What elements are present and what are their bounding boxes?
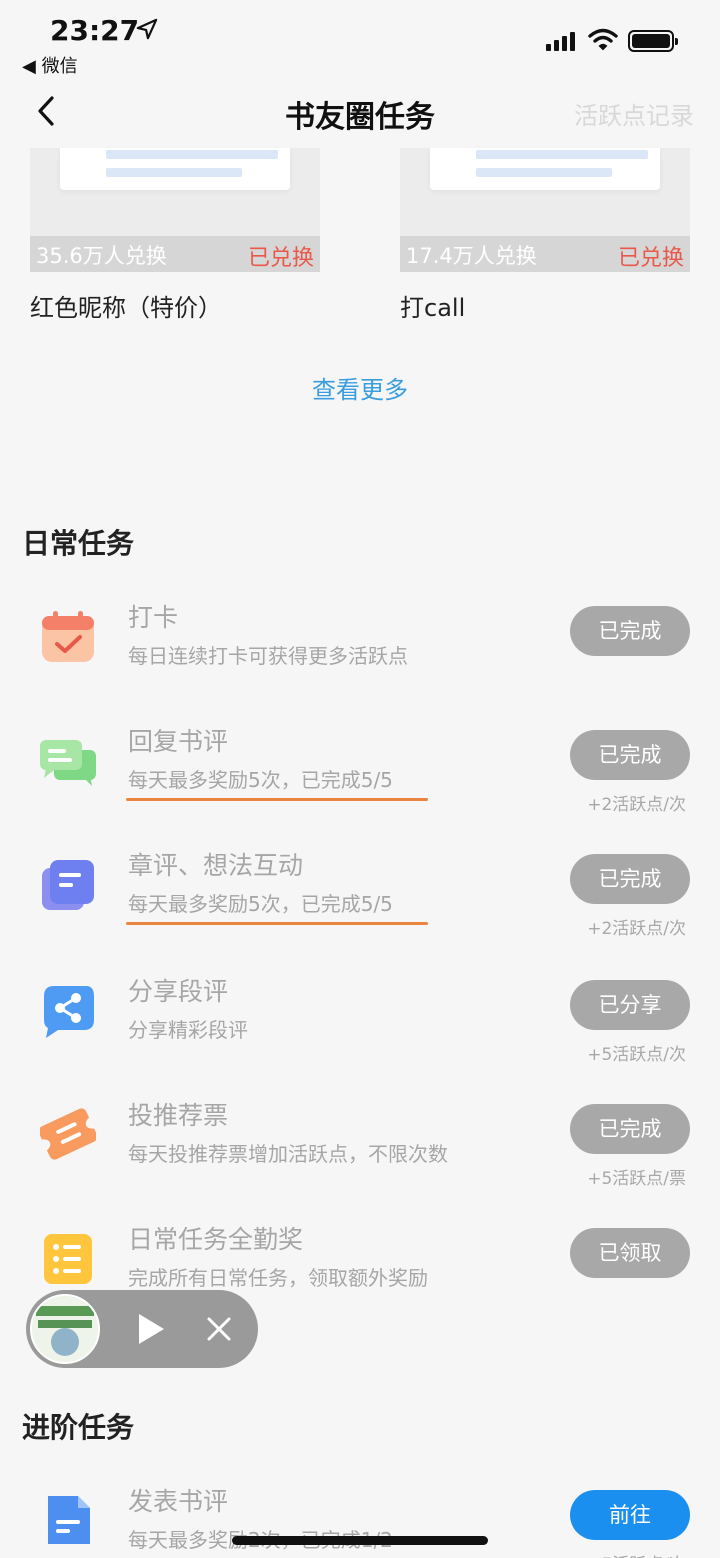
reward-name: 红色昵称（特价）	[30, 294, 222, 322]
task-status-button[interactable]: 已完成	[570, 1104, 690, 1154]
points-reward: +5活跃点/次	[587, 1045, 686, 1065]
activity-record-link[interactable]: 活跃点记录	[574, 96, 694, 131]
note-card-icon	[42, 860, 94, 910]
exchanged-badge: 已兑换	[617, 246, 684, 271]
chat-bubbles-icon	[40, 740, 96, 786]
task-status-button[interactable]: 已完成	[570, 606, 690, 656]
location-arrow-icon	[136, 18, 158, 40]
ticket-icon	[40, 1108, 96, 1160]
progress-underline	[126, 922, 428, 925]
play-icon[interactable]	[136, 1312, 166, 1346]
task-row: 分享段评 分享精彩段评 已分享 +5活跃点/次	[0, 972, 720, 1082]
task-name: 章评、想法互动	[128, 851, 304, 880]
task-status-button[interactable]: 已领取	[570, 1228, 690, 1278]
task-desc: 每天投推荐票增加活跃点，不限次数	[128, 1142, 448, 1166]
task-desc: 每日连续打卡可获得更多活跃点	[128, 644, 408, 668]
task-desc: 每天最多奖励5次，已完成5/5	[128, 768, 393, 792]
back-to-app[interactable]: ◀ 微信	[22, 52, 78, 78]
nav-bar: 书友圈任务 活跃点记录	[0, 80, 720, 144]
task-row: 发表书评 每天最多奖励2次，已完成1/2 前往 +5活跃点/次	[0, 1482, 720, 1558]
task-row: 投推荐票 每天投推荐票增加活跃点，不限次数 已完成 +5活跃点/票	[0, 1096, 720, 1206]
exchange-count: 35.6万人兑换	[36, 244, 167, 268]
exchanged-badge: 已兑换	[247, 246, 314, 271]
task-name: 分享段评	[128, 977, 229, 1006]
task-row: 打卡 每日连续打卡可获得更多活跃点 已完成	[0, 598, 720, 708]
book-cover-thumbnail[interactable]	[30, 1294, 100, 1364]
task-name: 发表书评	[128, 1487, 229, 1516]
task-status-button[interactable]: 已完成	[570, 854, 690, 904]
task-row: 章评、想法互动 每天最多奖励5次，已完成5/5 已完成 +2活跃点/次	[0, 846, 720, 956]
task-name: 日常任务全勤奖	[128, 1225, 304, 1254]
points-reward: +5活跃点/次	[587, 1550, 686, 1558]
calendar-check-icon	[42, 611, 94, 662]
progress-underline	[126, 798, 428, 801]
go-button[interactable]: 前往	[570, 1490, 690, 1540]
see-more-link[interactable]: 查看更多	[0, 370, 720, 405]
task-desc: 完成所有日常任务，领取额外奖励	[128, 1266, 428, 1290]
task-status-button[interactable]: 已分享	[570, 980, 690, 1030]
home-indicator	[232, 1536, 488, 1545]
daily-tasks-title: 日常任务	[22, 527, 135, 560]
advanced-tasks-title: 进阶任务	[22, 1411, 135, 1444]
points-reward: +2活跃点/次	[587, 795, 686, 815]
list-icon	[44, 1234, 92, 1284]
battery-icon	[628, 30, 678, 52]
status-bar: 23:27 ◀ 微信	[0, 0, 720, 80]
reward-name: 打call	[400, 294, 466, 322]
task-row: 回复书评 每天最多奖励5次，已完成5/5 已完成 +2活跃点/次	[0, 722, 720, 832]
reward-card[interactable]: 35.6万人兑换 已兑换	[30, 148, 320, 272]
book-cover-art	[32, 1296, 98, 1362]
share-icon	[44, 986, 94, 1038]
task-desc: 分享精彩段评	[128, 1018, 248, 1042]
close-icon[interactable]	[204, 1314, 234, 1344]
wifi-icon	[588, 28, 618, 51]
task-desc: 每天最多奖励5次，已完成5/5	[128, 892, 393, 916]
reward-card[interactable]: 17.4万人兑换 已兑换	[400, 148, 690, 272]
task-name: 打卡	[128, 603, 179, 632]
exchange-count: 17.4万人兑换	[406, 244, 537, 268]
points-reward: +5活跃点/票	[587, 1169, 686, 1189]
cellular-signal-icon	[546, 32, 575, 51]
points-reward: +2活跃点/次	[587, 919, 686, 939]
floating-audio-player[interactable]	[26, 1290, 258, 1368]
status-time: 23:27	[50, 14, 140, 47]
task-name: 投推荐票	[128, 1101, 229, 1130]
document-icon	[48, 1496, 90, 1544]
task-status-button[interactable]: 已完成	[570, 730, 690, 780]
task-name: 回复书评	[128, 727, 229, 756]
